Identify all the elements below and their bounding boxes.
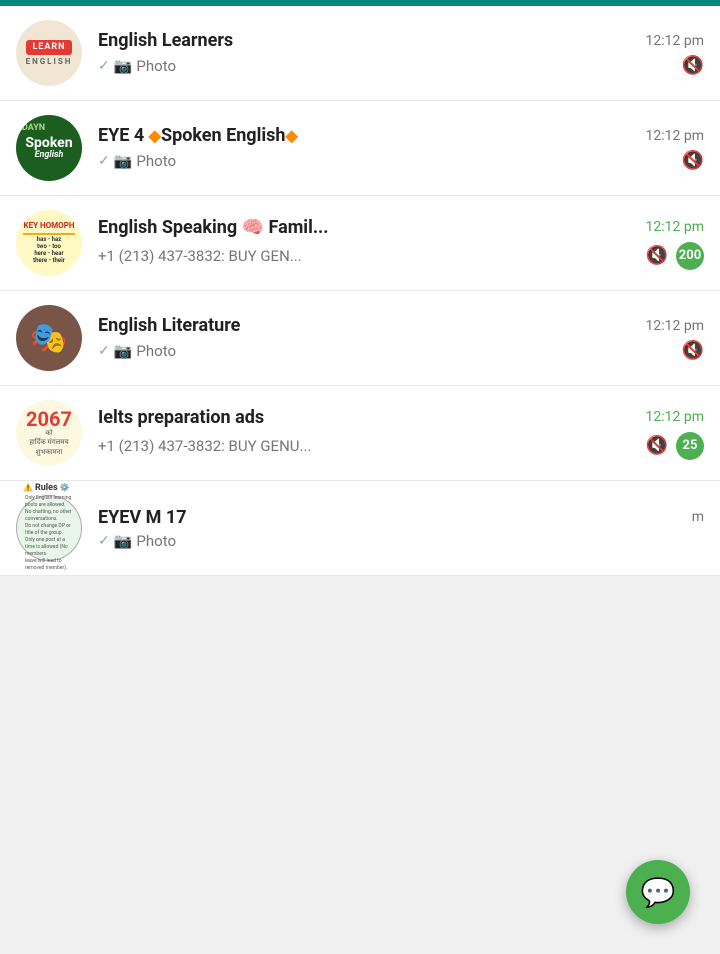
badge-ielts-prep: 25 — [676, 432, 704, 460]
chat-name-english-speaking: English Speaking 🧠‍ Famil... — [98, 217, 329, 238]
chat-message-ielts-prep: +1 (213) 437-3832: BUY GENU... — [98, 437, 638, 455]
check-icon: ✓ — [98, 153, 110, 169]
mute-icon: 🔇 — [646, 435, 668, 456]
chat-message-eyev-m17: ✓ 📷 Photo — [98, 532, 704, 550]
chat-name-english-learners: English Learners — [98, 30, 233, 51]
gear-icon-small: ⚙️ — [60, 483, 70, 492]
diamond-icon-left: ◆ — [149, 126, 161, 145]
chat-meta-english-learners: 🔇 — [682, 55, 704, 76]
camera-icon: 📷 — [114, 152, 133, 170]
fab-new-chat-button[interactable]: 💬 — [626, 860, 690, 924]
chat-item-eyev-m17[interactable]: ⚠️ Rules ⚙️ Only English learning posts … — [0, 481, 720, 576]
mute-icon: 🔇 — [646, 245, 668, 266]
ielts-year: 2067 — [26, 409, 72, 429]
chat-time-ielts-prep: 12:12 pm — [646, 409, 704, 425]
english-label: English — [35, 150, 64, 160]
chat-time-english-literature: 12:12 pm — [646, 318, 704, 334]
badge-english-speaking: 200 — [676, 242, 704, 270]
chat-meta-ielts-prep: 🔇 25 — [646, 432, 704, 460]
camera-icon: 📷 — [114, 342, 133, 360]
chat-message-english-speaking: +1 (213) 437-3832: BUY GEN... — [98, 247, 638, 265]
ielts-subtitle: कोहार्दिक मंगलमयशुभकामना — [29, 429, 68, 456]
chat-list: LEARN ENGLISH English Learners 12:12 pm … — [0, 6, 720, 576]
fab-chat-icon: 💬 — [641, 876, 676, 909]
chat-item-ielts-prep[interactable]: 2067 कोहार्दिक मंगलमयशुभकामना Ielts prep… — [0, 386, 720, 481]
avatar-english-learners: LEARN ENGLISH — [16, 20, 82, 86]
avatar-english-literature: 🎭 — [16, 305, 82, 371]
chat-content-ielts-prep: Ielts preparation ads 12:12 pm +1 (213) … — [98, 407, 704, 460]
chat-item-english-literature[interactable]: 🎭 English Literature 12:12 pm ✓ 📷 Photo … — [0, 291, 720, 386]
chat-item-eye4-spoken[interactable]: DAYN Spoken English EYE 4 ◆Spoken Englis… — [0, 101, 720, 196]
chat-content-english-literature: English Literature 12:12 pm ✓ 📷 Photo 🔇 — [98, 315, 704, 361]
chat-content-english-speaking: English Speaking 🧠‍ Famil... 12:12 pm +1… — [98, 217, 704, 270]
check-icon: ✓ — [98, 533, 110, 549]
spoken-label: Spoken — [25, 136, 72, 150]
chat-time-english-speaking: 12:12 pm — [646, 219, 704, 235]
chat-message-eye4-spoken: ✓ 📷 Photo — [98, 152, 674, 170]
mute-icon: 🔇 — [682, 150, 704, 171]
chat-time-eyev-m17: m — [692, 509, 704, 525]
rules-label: Rules — [35, 483, 58, 493]
chat-name-ielts-prep: Ielts preparation ads — [98, 407, 264, 428]
avatar-eye4-spoken: DAYN Spoken English — [16, 115, 82, 181]
chat-meta-english-speaking: 🔇 200 — [646, 242, 704, 270]
avatar-eyev-m17: ⚠️ Rules ⚙️ Only English learning posts … — [16, 495, 82, 561]
chat-time-eye4-spoken: 12:12 pm — [646, 128, 704, 144]
chat-name-eye4-spoken: EYE 4 ◆Spoken English◆ — [98, 125, 298, 146]
diamond-icon-right: ◆ — [285, 126, 297, 145]
chat-message-english-literature: ✓ 📷 Photo — [98, 342, 674, 360]
chat-content-eye4-spoken: EYE 4 ◆Spoken English◆ 12:12 pm ✓ 📷 Phot… — [98, 125, 704, 171]
mute-icon: 🔇 — [682, 55, 704, 76]
chat-time-english-learners: 12:12 pm — [646, 33, 704, 49]
avatar-ielts-prep: 2067 कोहार्दिक मंगलमयशुभकामना — [16, 400, 82, 466]
chat-item-english-speaking[interactable]: KEY HOMOPH has - haztwo - toohere - hear… — [0, 196, 720, 291]
chat-item-english-learners[interactable]: LEARN ENGLISH English Learners 12:12 pm … — [0, 6, 720, 101]
chat-meta-eye4-spoken: 🔇 — [682, 150, 704, 171]
avatar-speaking-text: KEY HOMOPH has - haztwo - toohere - hear… — [21, 219, 76, 266]
chat-content-eyev-m17: EYEV M 17 m ✓ 📷 Photo — [98, 507, 704, 550]
camera-icon: 📷 — [114, 532, 133, 550]
check-icon: ✓ — [98, 343, 110, 359]
avatar-english-speaking: KEY HOMOPH has - haztwo - toohere - hear… — [16, 210, 82, 276]
chat-message-english-learners: ✓ 📷 Photo — [98, 57, 674, 75]
chat-name-eyev-m17: EYEV M 17 — [98, 507, 187, 528]
chat-meta-english-literature: 🔇 — [682, 340, 704, 361]
eyev-top-label: ⚠️ Rules ⚙️ — [23, 483, 70, 493]
chat-content-english-learners: English Learners 12:12 pm ✓ 📷 Photo 🔇 — [98, 30, 704, 76]
warning-icon: ⚠️ — [23, 483, 33, 492]
check-icon: ✓ — [98, 58, 110, 74]
chat-name-english-literature: English Literature — [98, 315, 240, 336]
eyev-body-text: Only English learning posts are allowed.… — [23, 493, 75, 574]
mute-icon: 🔇 — [682, 340, 704, 361]
camera-icon: 📷 — [114, 57, 133, 75]
